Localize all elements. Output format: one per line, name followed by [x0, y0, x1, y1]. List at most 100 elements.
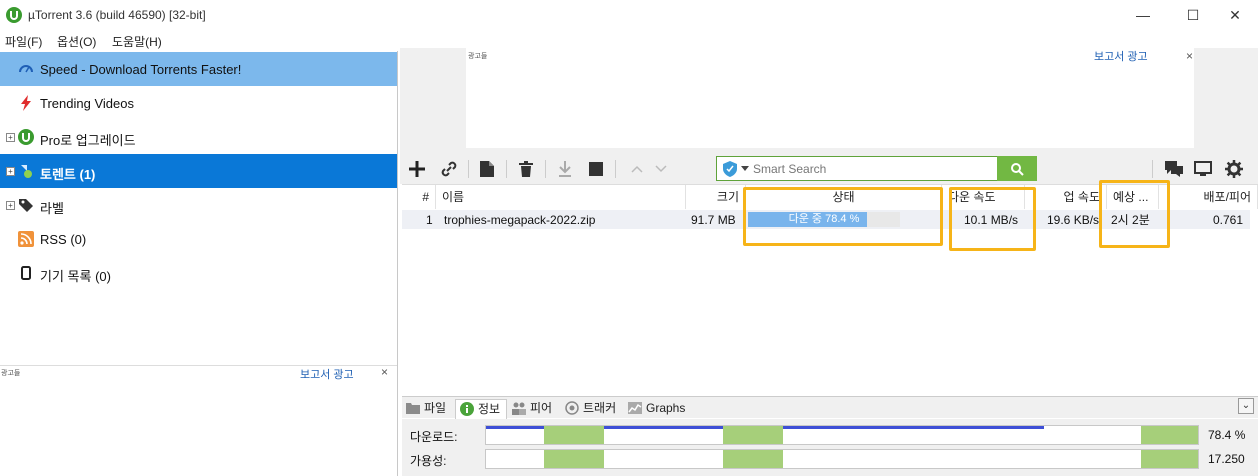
availability-bar: [485, 449, 1199, 469]
highlight-box-down-speed: [949, 187, 1036, 251]
add-link-button[interactable]: [438, 158, 460, 180]
stop-icon: [589, 162, 603, 176]
menu-file[interactable]: 파일(F): [5, 33, 42, 50]
close-button[interactable]: ✕: [1212, 0, 1258, 30]
peers-icon: [512, 402, 526, 415]
downloaded-label: 다운로드:: [410, 430, 458, 444]
speed-gauge-icon: [19, 65, 33, 73]
sidebar-item-trending[interactable]: Trending Videos: [0, 86, 397, 120]
sidebar-item-torrents[interactable]: + 토렌트 (1): [0, 154, 397, 188]
chat-button[interactable]: [1163, 158, 1185, 180]
info-panel: 다운로드: 78.4 % 가용성: 17.250: [402, 419, 1258, 476]
toolbar-separator: [615, 160, 616, 178]
sidebar-item-labels[interactable]: + 라벨: [0, 188, 397, 222]
column-header-up-speed[interactable]: 업 속도: [1025, 185, 1107, 209]
ad-tag: 광고들: [1, 370, 21, 377]
utorrent-logo-icon: [18, 129, 34, 145]
ad-banner[interactable]: 광고들 보고서 광고: [466, 48, 1194, 148]
tag-icon: [19, 199, 33, 212]
report-ad-link[interactable]: 보고서 광고: [1094, 48, 1148, 64]
sidebar-item-label: 라벨: [40, 201, 64, 216]
ad-close-icon[interactable]: ×: [381, 365, 388, 379]
smart-search[interactable]: [716, 156, 998, 181]
move-down-button[interactable]: [650, 158, 672, 180]
stop-button[interactable]: [585, 158, 607, 180]
piece: [1141, 426, 1198, 444]
toolbar-separator: [468, 160, 469, 178]
tab-label: 정보: [478, 402, 501, 416]
ad-close-icon[interactable]: ×: [1186, 49, 1193, 63]
detail-tabs: 파일 정보 피어 트래커 Graphs: [402, 396, 1258, 419]
availability-value: 17.250: [1208, 452, 1245, 466]
dropdown-caret-icon[interactable]: [741, 166, 749, 172]
menu-options[interactable]: 옵션(O): [57, 33, 96, 50]
minimize-button[interactable]: —: [1120, 0, 1166, 30]
expand-icon[interactable]: +: [6, 133, 15, 142]
piece: [1141, 450, 1198, 468]
trash-icon: [519, 161, 533, 177]
sidebar-item-label: Speed - Download Torrents Faster!: [40, 62, 242, 77]
torrent-list: # 이름 크기 상태 다운 속도 업 속도 예상 ... 배포/피어 1 tro…: [402, 180, 1258, 392]
start-button[interactable]: [554, 158, 576, 180]
rss-icon: [18, 231, 34, 247]
expand-icon[interactable]: +: [6, 167, 15, 176]
title-bar: µTorrent 3.6 (build 46590) [32-bit] — ☐ …: [0, 0, 1258, 30]
report-ad-link[interactable]: 보고서 광고: [300, 366, 354, 382]
piece: [544, 426, 604, 444]
piece: [723, 426, 783, 444]
sidebar-item-label: Pro로 업그레이드: [40, 133, 136, 148]
graph-icon: [628, 402, 642, 414]
sidebar-item-upgrade[interactable]: + Pro로 업그레이드: [0, 120, 397, 154]
sidebar-item-rss[interactable]: RSS (0): [0, 222, 397, 256]
search-button[interactable]: [997, 156, 1037, 181]
lightning-icon: [21, 95, 31, 111]
tracker-icon: [565, 401, 579, 415]
add-torrent-button[interactable]: [406, 158, 428, 180]
sidebar-item-label: RSS (0): [40, 232, 87, 247]
download-icon: [559, 161, 571, 177]
tab-files[interactable]: 파일: [402, 399, 454, 419]
folder-icon: [406, 403, 420, 414]
remote-button[interactable]: [1192, 158, 1214, 180]
create-torrent-button[interactable]: [476, 158, 498, 180]
search-icon: [1011, 162, 1024, 176]
sidebar-item-label: Trending Videos: [40, 96, 134, 111]
settings-button[interactable]: [1223, 158, 1245, 180]
remove-button[interactable]: [515, 158, 537, 180]
maximize-button[interactable]: ☐: [1170, 0, 1216, 30]
tab-trackers[interactable]: 트래커: [561, 399, 623, 419]
chevron-up-icon: [631, 165, 643, 173]
info-icon: [460, 402, 474, 416]
shield-icon: [723, 161, 737, 177]
sidebar-item-speed[interactable]: Speed - Download Torrents Faster!: [0, 52, 397, 86]
ad-tag: 광고들: [468, 53, 488, 60]
row-up-speed: 19.6 KB/s: [1047, 213, 1100, 227]
expand-icon[interactable]: +: [6, 201, 15, 210]
move-up-button[interactable]: [626, 158, 648, 180]
row-num: 1: [426, 213, 433, 227]
tab-info[interactable]: 정보: [455, 399, 507, 419]
tab-label: 파일: [424, 401, 447, 415]
menu-help[interactable]: 도움말(H): [112, 33, 162, 50]
link-icon: [441, 161, 457, 177]
downloaded-value: 78.4 %: [1208, 428, 1246, 442]
tab-graphs[interactable]: Graphs: [624, 399, 690, 419]
row-name: trophies-megapack-2022.zip: [444, 213, 596, 227]
monitor-icon: [1194, 161, 1212, 176]
collapse-panel-button[interactable]: ⌄: [1238, 398, 1254, 414]
sidebar-item-label: 토렌트 (1): [40, 167, 96, 182]
column-header-name[interactable]: 이름: [436, 185, 686, 209]
toolbar-separator: [545, 160, 546, 178]
sidebar-item-devices[interactable]: 기기 목록 (0): [0, 256, 397, 290]
column-header-ratio[interactable]: 배포/피어: [1159, 185, 1258, 209]
plus-icon: [409, 161, 425, 177]
column-header-size[interactable]: 크기: [686, 185, 746, 209]
gear-icon: [1225, 160, 1243, 178]
search-input[interactable]: [753, 157, 993, 180]
device-icon: [21, 266, 31, 280]
tab-peers[interactable]: 피어: [508, 399, 560, 419]
availability-label: 가용성:: [410, 454, 447, 468]
new-file-icon: [480, 161, 494, 177]
column-header-num[interactable]: #: [402, 185, 436, 209]
tab-label: Graphs: [646, 401, 686, 415]
